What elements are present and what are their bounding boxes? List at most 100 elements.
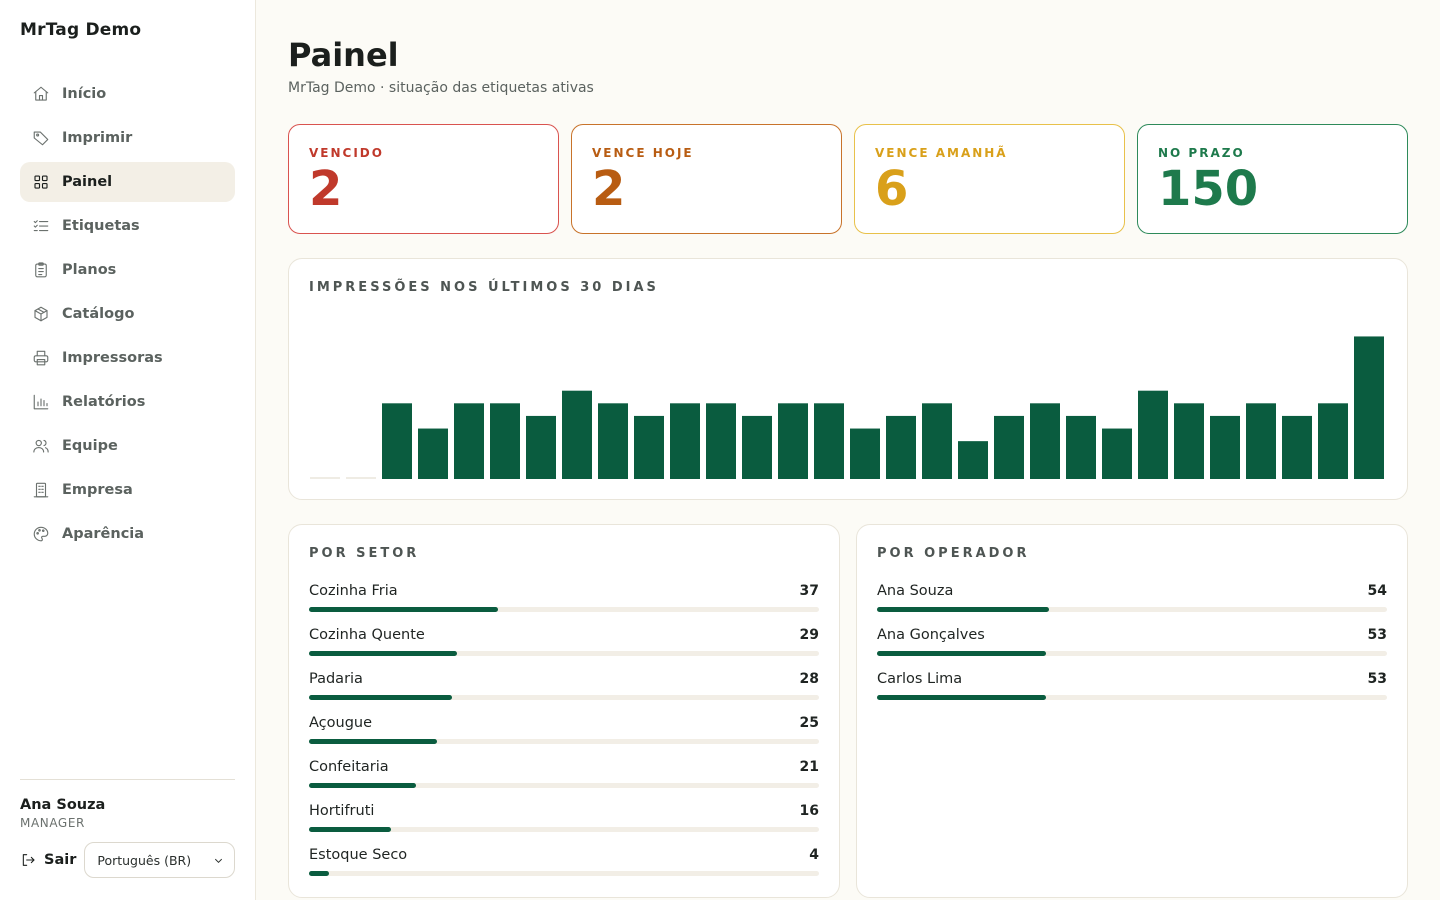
chart-bar: [454, 403, 484, 479]
item-label: Hortifruti: [309, 803, 375, 819]
sidebar-item-empresa[interactable]: Empresa: [20, 470, 235, 510]
operator-list: Ana Souza 54 Ana Gonçalves 53 Carlos Lima 53: [877, 581, 1387, 713]
sidebar-item-impressoras[interactable]: Impressoras: [20, 338, 235, 378]
progress-fill: [309, 783, 417, 788]
app-brand: MrTag Demo: [20, 20, 142, 40]
item-value: 21: [799, 759, 819, 775]
stat-card-no-prazo: NO PRAZO 150: [1137, 124, 1408, 234]
sidebar-footer: Ana Souza MANAGER Sair Português (BR): [20, 779, 235, 878]
chart-bar: [1282, 415, 1312, 479]
progress-fill: [309, 651, 457, 656]
sidebar-item-label: Equipe: [62, 438, 118, 454]
operator-panel: POR OPERADOR Ana Souza 54 Ana Gonçalves 53 C…: [856, 524, 1408, 898]
sidebar-item-painel[interactable]: Painel: [20, 162, 235, 202]
list-item: Hortifruti 16: [309, 801, 819, 845]
progress-track: [309, 607, 819, 612]
sidebar-item-label: Planos: [62, 262, 117, 278]
sidebar-item-label: Etiquetas: [62, 218, 140, 234]
logout-button[interactable]: Sair: [20, 852, 76, 868]
progress-track: [309, 651, 819, 656]
progress-track: [309, 739, 819, 744]
language-select[interactable]: Português (BR): [84, 842, 235, 878]
item-value: 29: [799, 627, 819, 643]
palette-icon: [32, 525, 50, 543]
item-label: Cozinha Fria: [309, 583, 398, 599]
operator-title: POR OPERADOR: [877, 546, 1030, 561]
stat-label: NO PRAZO: [1158, 146, 1245, 160]
chart-bar: [706, 403, 736, 479]
progress-track: [877, 695, 1387, 700]
item-label: Cozinha Quente: [309, 627, 425, 643]
stat-value: 6: [875, 161, 909, 217]
package-icon: [32, 305, 50, 323]
sidebar-item-label: Painel: [62, 174, 113, 190]
item-label: Ana Souza: [877, 583, 954, 599]
stat-value: 150: [1158, 161, 1259, 217]
chart-bar: [598, 403, 628, 479]
chart-bar: [1354, 336, 1384, 479]
sidebar-item-etiquetas[interactable]: Etiquetas: [20, 206, 235, 246]
sidebar-item-relatorios[interactable]: Relatórios: [20, 382, 235, 422]
progress-fill: [877, 695, 1046, 700]
sidebar-item-label: Imprimir: [62, 130, 133, 146]
sidebar-item-label: Empresa: [62, 482, 133, 498]
chart-bar: [418, 428, 448, 479]
grid-icon: [32, 173, 50, 191]
list-item: Cozinha Quente 29: [309, 625, 819, 669]
stat-card-vence-hoje: VENCE HOJE 2: [571, 124, 842, 234]
sector-list: Cozinha Fria 37 Cozinha Quente 29 Padaria 28 A…: [309, 581, 819, 889]
impressions-title: IMPRESSÕES NOS ÚLTIMOS 30 DIAS: [309, 280, 659, 295]
item-value: 4: [809, 847, 819, 863]
sidebar-item-label: Aparência: [62, 526, 145, 542]
sidebar-item-imprimir[interactable]: Imprimir: [20, 118, 235, 158]
logout-icon: [22, 854, 35, 866]
chart-bar: [382, 403, 412, 479]
list-item: Padaria 28: [309, 669, 819, 713]
chart-bar: [1318, 403, 1348, 479]
language-selected: Português (BR): [97, 852, 192, 868]
stat-card-vence-amanha: VENCE AMANHÃ 6: [854, 124, 1125, 234]
chart-bar: [994, 415, 1024, 479]
list-item: Açougue 25: [309, 713, 819, 757]
item-label: Carlos Lima: [877, 671, 963, 687]
chart-bar: [346, 477, 376, 479]
sidebar-item-catalogo[interactable]: Catálogo: [20, 294, 235, 334]
item-value: 25: [799, 715, 819, 731]
sidebar-item-aparencia[interactable]: Aparência: [20, 514, 235, 554]
footer-actions: Sair Português (BR): [20, 842, 235, 878]
stat-label: VENCE AMANHÃ: [875, 146, 1008, 160]
sidebar-item-label: Catálogo: [62, 306, 135, 322]
item-value: 16: [799, 803, 819, 819]
chart-bar: [922, 403, 952, 479]
stat-value: 2: [309, 161, 343, 217]
chart-bar: [634, 415, 664, 479]
chart-bar: [1102, 428, 1132, 479]
chart-bar: [850, 428, 880, 479]
item-value: 54: [1367, 583, 1387, 599]
stat-value: 2: [592, 161, 626, 217]
tag-icon: [32, 129, 50, 147]
sidebar-item-equipe[interactable]: Equipe: [20, 426, 235, 466]
list-item: Carlos Lima 53: [877, 669, 1387, 713]
sidebar-item-inicio[interactable]: Início: [20, 74, 235, 114]
chart-bar: [310, 477, 340, 479]
impressions-bar-chart: [310, 336, 1384, 479]
progress-fill: [877, 651, 1046, 656]
progress-track: [309, 871, 819, 876]
stat-label: VENCIDO: [309, 146, 384, 160]
chevron-down-icon: [214, 858, 223, 863]
impressions-panel: IMPRESSÕES NOS ÚLTIMOS 30 DIAS: [288, 258, 1408, 500]
list-check-icon: [32, 217, 50, 235]
progress-track: [309, 827, 819, 832]
chart-bar: [1246, 403, 1276, 479]
progress-track: [309, 695, 819, 700]
item-value: 37: [799, 583, 819, 599]
progress-fill: [309, 695, 452, 700]
progress-track: [309, 783, 819, 788]
item-label: Confeitaria: [309, 759, 389, 775]
sidebar-item-planos[interactable]: Planos: [20, 250, 235, 290]
item-value: 53: [1367, 627, 1387, 643]
list-item: Estoque Seco 4: [309, 845, 819, 889]
chart-bar: [670, 403, 700, 479]
progress-fill: [309, 871, 330, 876]
